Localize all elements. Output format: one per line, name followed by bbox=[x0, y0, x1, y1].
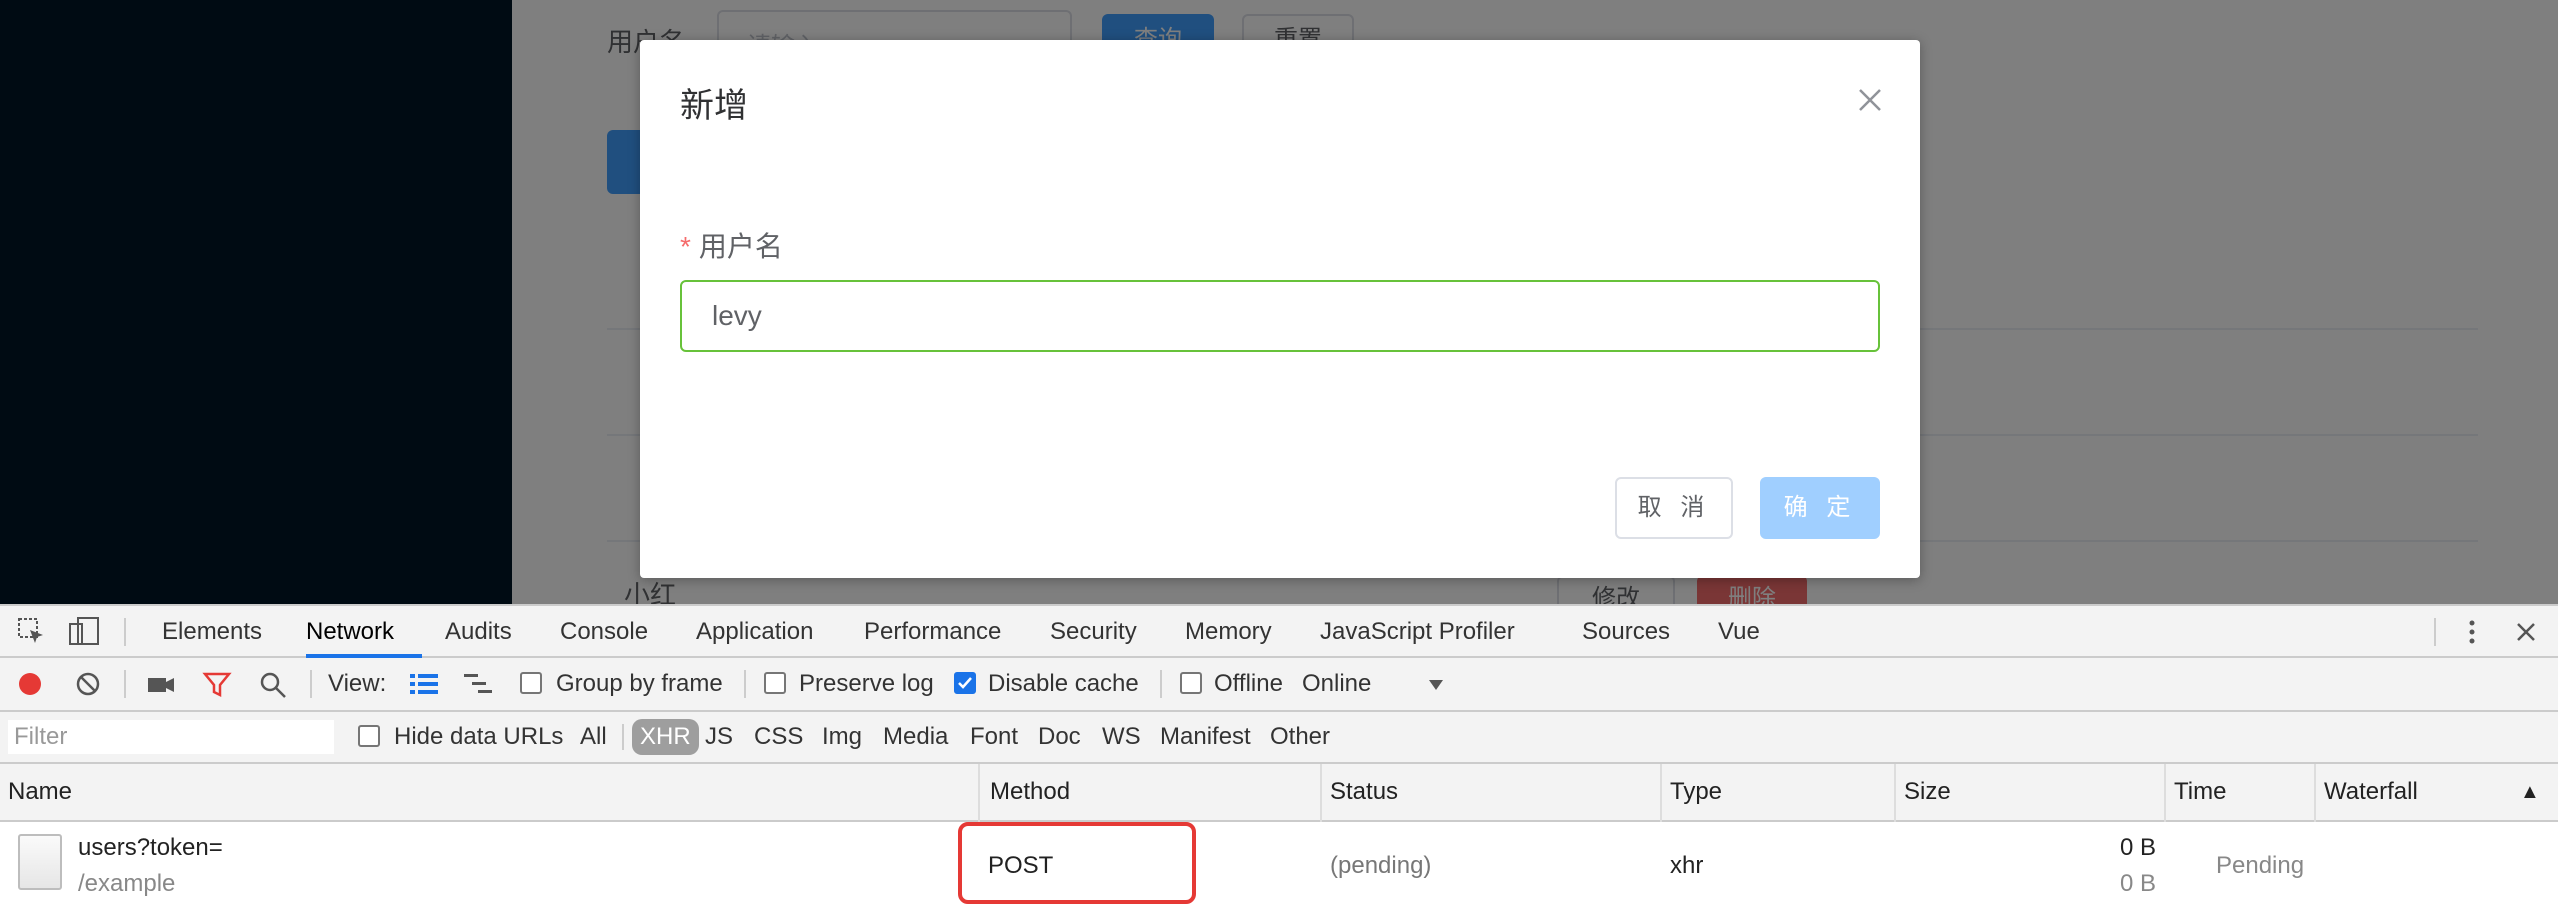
filter-type-img[interactable]: Img bbox=[822, 712, 862, 762]
request-size-resource: 0 B bbox=[2120, 870, 2157, 897]
filter-bar: Filter Hide data URLs All XHR JS CSS Img… bbox=[0, 712, 2558, 764]
throttling-select[interactable]: Online bbox=[1302, 658, 1371, 710]
preserve-log-label: Preserve log bbox=[799, 670, 934, 697]
filter-type-xhr[interactable]: XHR bbox=[632, 719, 699, 755]
dialog-title: 新增 bbox=[680, 87, 748, 125]
filter-type-css[interactable]: CSS bbox=[754, 712, 803, 762]
separator bbox=[744, 670, 746, 698]
filter-input[interactable]: Filter bbox=[8, 720, 334, 754]
request-size: 0 B bbox=[2120, 834, 2157, 861]
username-input[interactable]: levy bbox=[680, 280, 1880, 352]
separator bbox=[310, 670, 312, 698]
tab-audits[interactable]: Audits bbox=[445, 606, 512, 658]
tab-console[interactable]: Console bbox=[560, 606, 648, 658]
tab-vue[interactable]: Vue bbox=[1718, 606, 1760, 658]
disable-cache-label: Disable cache bbox=[988, 670, 1139, 697]
column-status[interactable]: Status bbox=[1322, 764, 1398, 820]
filter-type-doc[interactable]: Doc bbox=[1038, 712, 1081, 762]
request-status: (pending) bbox=[1330, 852, 1432, 879]
record-icon[interactable] bbox=[16, 670, 44, 698]
tab-network[interactable]: Network bbox=[306, 606, 422, 658]
table-row[interactable]: users?token= /example POST (pending) xhr… bbox=[0, 822, 2558, 912]
tab-sources[interactable]: Sources bbox=[1582, 606, 1670, 658]
filter-type-js[interactable]: JS bbox=[705, 712, 733, 762]
cancel-button[interactable]: 取 消 bbox=[1615, 477, 1733, 539]
file-icon bbox=[18, 834, 62, 890]
close-icon[interactable] bbox=[1850, 80, 1890, 120]
hide-data-urls-label: Hide data URLs bbox=[394, 723, 564, 750]
add-dialog: 新增 * 用户名 levy 取 消 确 定 bbox=[640, 40, 1920, 578]
disable-cache-checkbox[interactable] bbox=[954, 672, 976, 694]
confirm-button[interactable]: 确 定 bbox=[1760, 477, 1880, 539]
column-waterfall[interactable]: Waterfall bbox=[2316, 764, 2418, 820]
sort-ascending-icon[interactable]: ▲ bbox=[2512, 764, 2540, 820]
tab-performance[interactable]: Performance bbox=[864, 606, 1001, 658]
column-method[interactable]: Method bbox=[982, 764, 1070, 820]
filter-type-manifest[interactable]: Manifest bbox=[1160, 712, 1251, 762]
offline-checkbox[interactable] bbox=[1180, 672, 1202, 694]
tab-application[interactable]: Application bbox=[696, 606, 813, 658]
overview-waterfall-icon[interactable] bbox=[464, 672, 494, 696]
more-options-icon[interactable] bbox=[2462, 616, 2482, 648]
column-size[interactable]: Size bbox=[1896, 764, 1951, 820]
screenshot-camera-icon[interactable] bbox=[146, 670, 176, 698]
separator bbox=[1160, 670, 1162, 698]
view-label: View: bbox=[328, 670, 387, 697]
chevron-down-icon[interactable] bbox=[1428, 678, 1444, 690]
tab-memory[interactable]: Memory bbox=[1185, 606, 1272, 658]
filter-type-ws[interactable]: WS bbox=[1102, 712, 1141, 762]
close-devtools-icon[interactable] bbox=[2512, 618, 2540, 646]
separator bbox=[2434, 618, 2436, 646]
required-mark: * bbox=[680, 231, 691, 262]
group-by-frame-label: Group by frame bbox=[556, 670, 723, 697]
separator bbox=[124, 670, 126, 698]
tab-elements[interactable]: Elements bbox=[162, 606, 262, 658]
separator bbox=[622, 724, 624, 750]
requests-table-header: Name Method Status Type Size Time Waterf… bbox=[0, 764, 2558, 822]
hide-data-urls-checkbox[interactable] bbox=[358, 725, 380, 747]
filter-icon[interactable] bbox=[202, 670, 232, 698]
column-time[interactable]: Time bbox=[2166, 764, 2226, 820]
app-page: 用户名 请输入 查询 重置 小红 修改 删除 新增 *用户名 levy 取 消 … bbox=[0, 0, 2558, 604]
filter-type-media[interactable]: Media bbox=[883, 712, 948, 762]
column-name[interactable]: Name bbox=[0, 764, 72, 820]
request-type: xhr bbox=[1670, 852, 1704, 879]
devtools-tabbar: Elements Network Audits Console Applicat… bbox=[0, 604, 2558, 658]
request-path: /example bbox=[78, 870, 176, 897]
method-highlight-box bbox=[958, 822, 1196, 904]
large-request-rows-icon[interactable] bbox=[410, 672, 438, 696]
column-type[interactable]: Type bbox=[1662, 764, 1722, 820]
tab-javascript-profiler[interactable]: JavaScript Profiler bbox=[1320, 606, 1515, 658]
request-time: Pending bbox=[2216, 852, 2305, 879]
separator bbox=[124, 618, 126, 646]
request-name: users?token= bbox=[78, 834, 223, 861]
username-label-text: 用户名 bbox=[698, 231, 783, 262]
filter-type-other[interactable]: Other bbox=[1270, 712, 1330, 762]
username-label: * 用户名 bbox=[680, 225, 783, 265]
filter-type-font[interactable]: Font bbox=[970, 712, 1018, 762]
search-icon[interactable] bbox=[258, 670, 288, 700]
device-toolbar-icon[interactable] bbox=[68, 616, 102, 646]
filter-type-all[interactable]: All bbox=[580, 712, 607, 762]
preserve-log-checkbox[interactable] bbox=[764, 672, 786, 694]
offline-label: Offline bbox=[1214, 670, 1283, 697]
network-toolbar: View: Group by frame Preserve log Disabl… bbox=[0, 658, 2558, 712]
inspect-element-icon[interactable] bbox=[16, 616, 46, 646]
devtools-panel: Elements Network Audits Console Applicat… bbox=[0, 604, 2558, 912]
clear-icon[interactable] bbox=[74, 670, 102, 698]
group-by-frame-checkbox[interactable] bbox=[520, 672, 542, 694]
tab-security[interactable]: Security bbox=[1050, 606, 1137, 658]
